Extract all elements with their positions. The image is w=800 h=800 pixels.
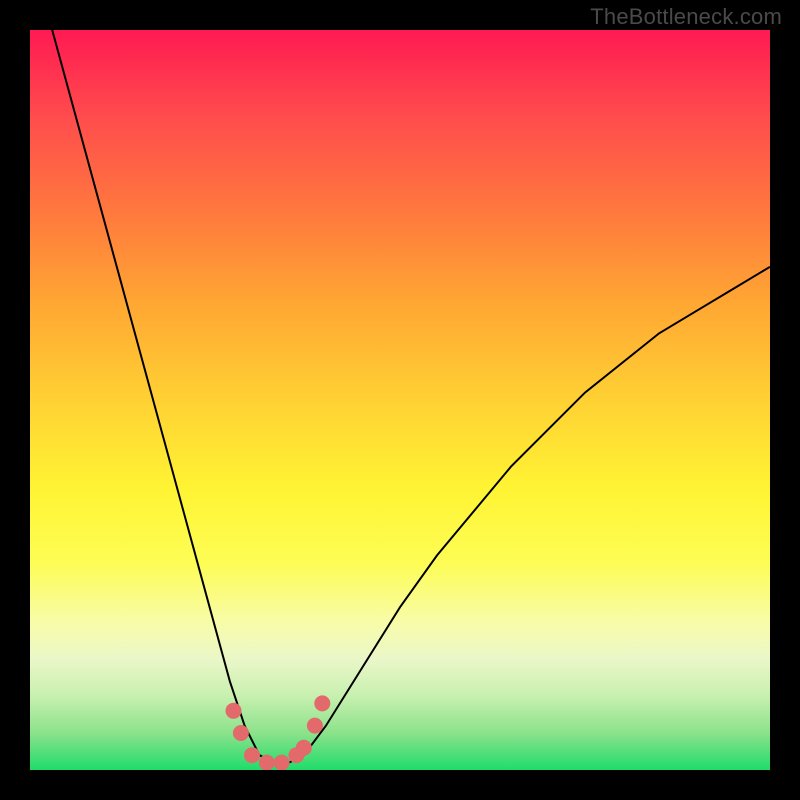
marker-point bbox=[259, 755, 275, 770]
chart-frame: TheBottleneck.com bbox=[0, 0, 800, 800]
plot-area bbox=[30, 30, 770, 770]
marker-point bbox=[314, 695, 330, 711]
bottleneck-curve bbox=[52, 30, 770, 763]
marker-point bbox=[233, 725, 249, 741]
marker-point bbox=[296, 740, 312, 756]
marker-point bbox=[274, 755, 290, 770]
marker-point bbox=[307, 718, 323, 734]
marker-point bbox=[244, 747, 260, 763]
marker-group bbox=[226, 695, 331, 770]
marker-point bbox=[226, 703, 242, 719]
curve-svg bbox=[30, 30, 770, 770]
watermark-text: TheBottleneck.com bbox=[590, 4, 782, 30]
